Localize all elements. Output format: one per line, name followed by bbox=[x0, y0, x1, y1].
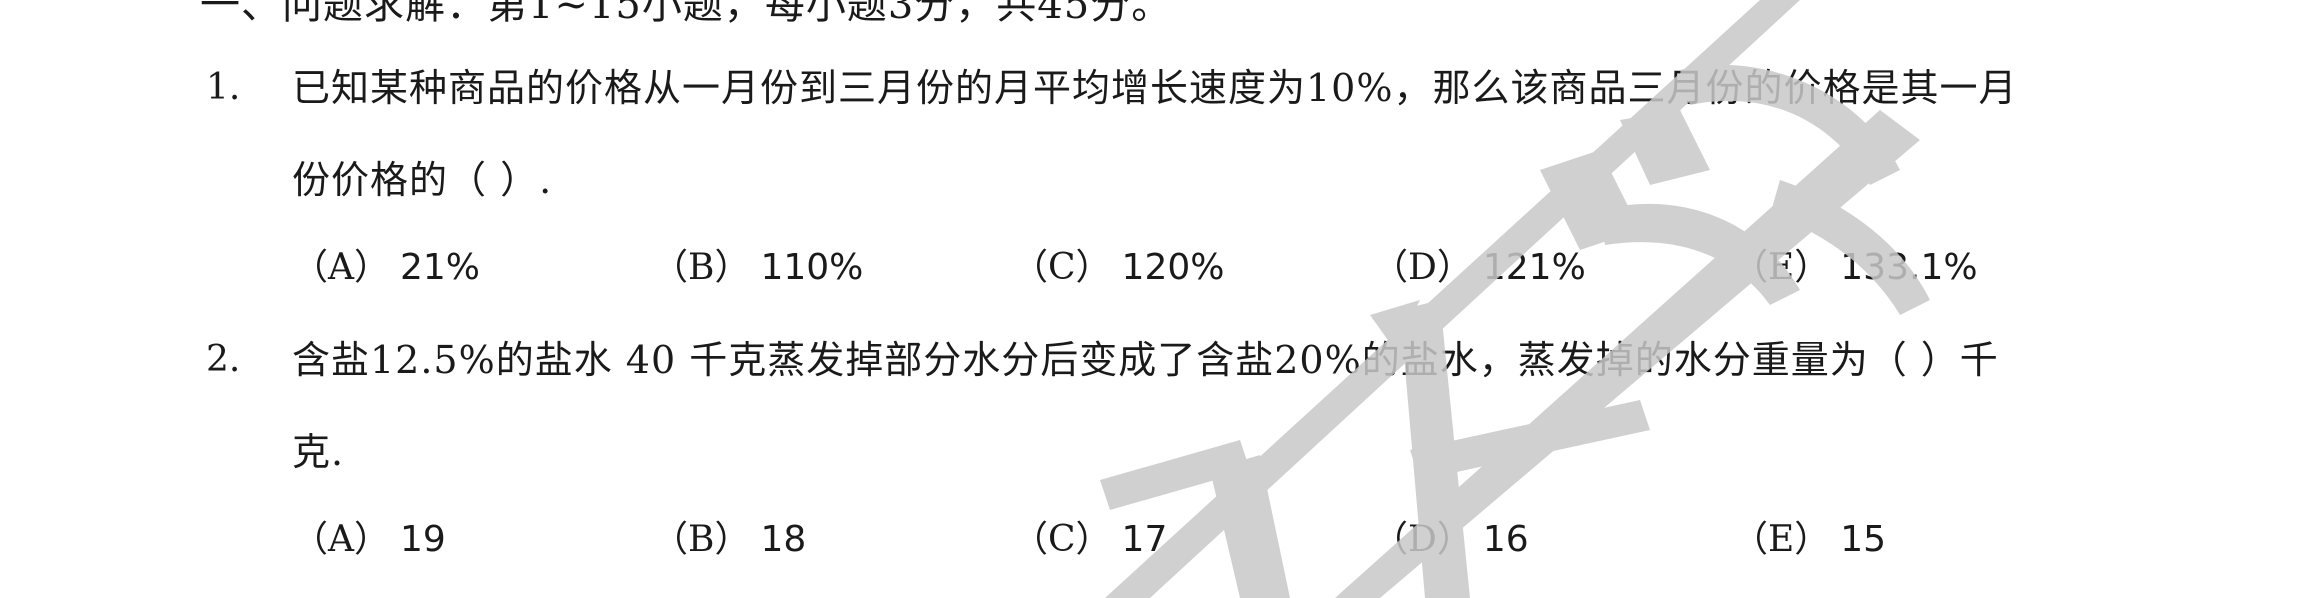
option-b[interactable]: （B） 110% bbox=[652, 244, 863, 292]
option-value: 15 bbox=[1840, 519, 1887, 560]
question-text-line-1: 含盐12.5%的盐水 40 千克蒸发掉部分水分后变成了含盐20%的盐水，蒸发掉的… bbox=[292, 338, 1999, 382]
option-e[interactable]: （E） 133.1% bbox=[1732, 244, 1978, 292]
option-a[interactable]: （A） 21% bbox=[292, 244, 480, 292]
document-page: 一、问题求解：第1~15小题，每小题3分，共45分。 1. 已知某种商品的价格从… bbox=[0, 0, 2300, 598]
question-number: 1. bbox=[206, 67, 241, 108]
option-value: 121% bbox=[1482, 247, 1586, 288]
option-value: 120% bbox=[1121, 247, 1225, 288]
option-b[interactable]: （B） 18 bbox=[652, 516, 806, 564]
option-value: 16 bbox=[1482, 519, 1529, 560]
option-c[interactable]: （C） 17 bbox=[1012, 516, 1167, 564]
option-a[interactable]: （A） 19 bbox=[292, 516, 446, 564]
option-value: 133.1% bbox=[1840, 247, 1978, 288]
option-letter: （E） bbox=[1732, 247, 1831, 288]
question-number: 2. bbox=[206, 339, 241, 380]
option-letter: （E） bbox=[1732, 519, 1831, 560]
option-value: 18 bbox=[760, 519, 807, 560]
option-value: 21% bbox=[400, 247, 481, 288]
option-letter: （A） bbox=[292, 519, 390, 560]
option-letter: （C） bbox=[1012, 247, 1112, 288]
section-header-fragment: 一、问题求解：第1~15小题，每小题3分，共45分。 bbox=[200, 0, 1173, 28]
option-d[interactable]: （D） 121% bbox=[1372, 244, 1586, 292]
question-text-line-1: 已知某种商品的价格从一月份到三月份的月平均增长速度为10%，那么该商品三月份的价… bbox=[292, 66, 2018, 110]
option-letter: （C） bbox=[1012, 519, 1112, 560]
option-letter: （B） bbox=[652, 247, 751, 288]
option-letter: （D） bbox=[1372, 519, 1473, 560]
option-d[interactable]: （D） 16 bbox=[1372, 516, 1529, 564]
option-letter: （D） bbox=[1372, 247, 1473, 288]
option-e[interactable]: （E） 15 bbox=[1732, 516, 1886, 564]
question-text-line-2: 份价格的（ ）. bbox=[292, 158, 553, 202]
option-value: 110% bbox=[760, 247, 864, 288]
option-letter: （B） bbox=[652, 519, 751, 560]
option-c[interactable]: （C） 120% bbox=[1012, 244, 1224, 292]
option-value: 17 bbox=[1121, 519, 1168, 560]
option-letter: （A） bbox=[292, 247, 390, 288]
option-value: 19 bbox=[400, 519, 446, 560]
question-text-line-2: 克. bbox=[292, 430, 345, 474]
